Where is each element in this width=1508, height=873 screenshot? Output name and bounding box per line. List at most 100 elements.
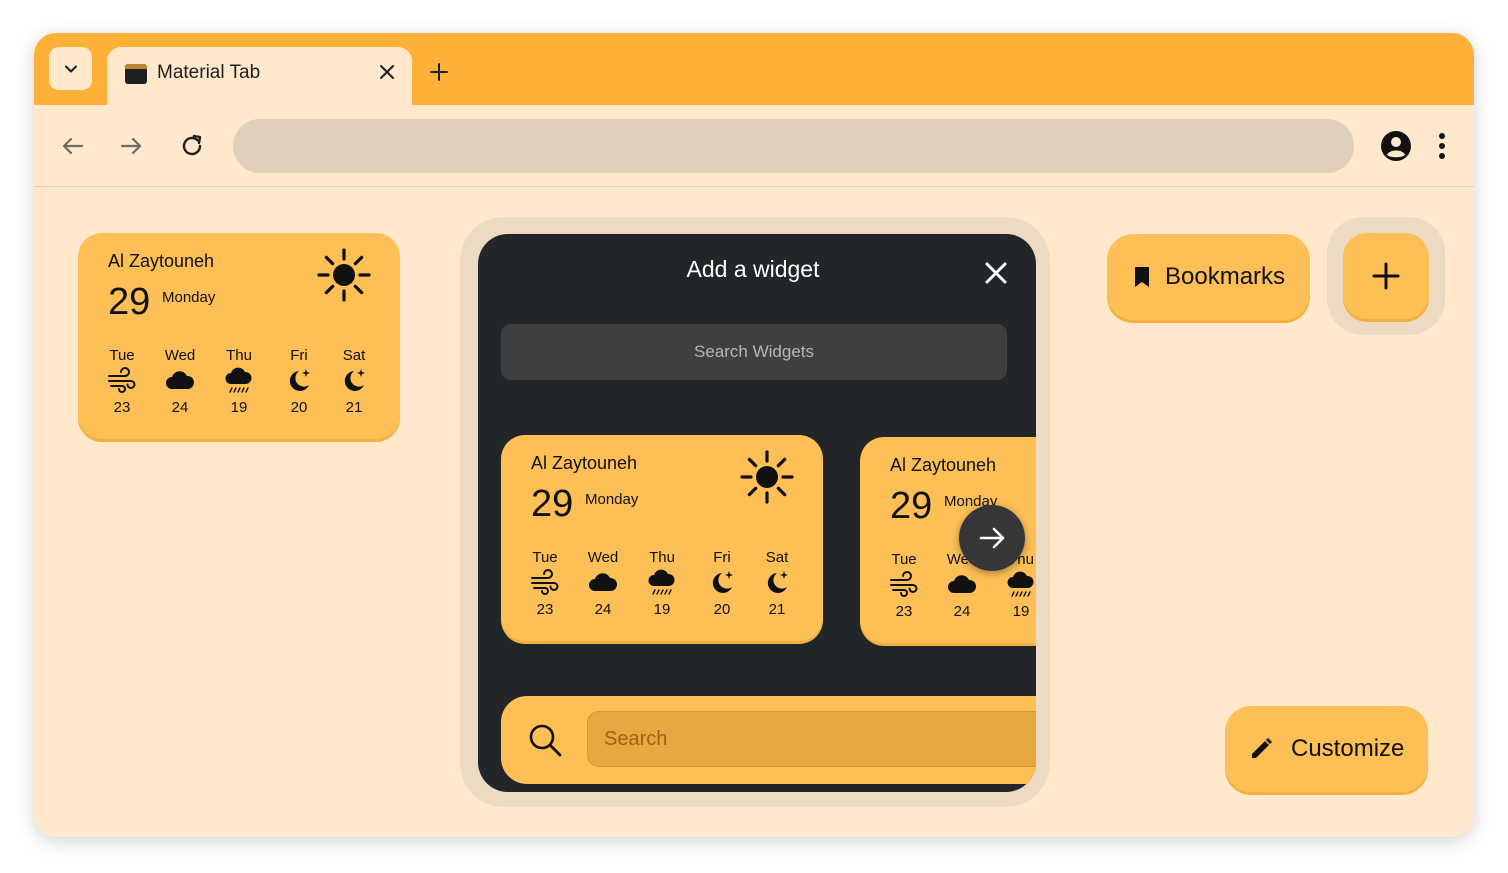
- sun-icon: [316, 247, 372, 303]
- forecast-day-label: Tue: [109, 347, 135, 364]
- forecast-temp: 21: [345, 399, 363, 416]
- forecast-day: Sat 21: [757, 549, 797, 618]
- search-field[interactable]: Search: [587, 711, 1036, 767]
- tab-favicon-icon: [125, 64, 147, 84]
- moon-stars-icon: [339, 367, 369, 395]
- weather-location: Al Zaytouneh: [890, 455, 997, 475]
- forecast-day: Sat 21: [334, 347, 374, 416]
- arrow-left-icon: [62, 137, 84, 155]
- moon-stars-icon: [284, 367, 314, 395]
- widget-preview-weather[interactable]: Al Zaytouneh 29 Monday Tue 23 Wed 24 Thu 19 Fri 20…: [501, 435, 823, 641]
- wind-icon: [530, 569, 560, 597]
- forecast-day: Wed 24: [160, 347, 200, 416]
- rain-icon: [1006, 571, 1036, 599]
- pencil-icon: [1252, 738, 1272, 758]
- tab-close-button[interactable]: [375, 60, 399, 84]
- forecast-temp: 24: [953, 603, 971, 620]
- tab-strip: Material Tab: [34, 33, 1474, 107]
- reload-icon: [182, 134, 202, 156]
- widget-preview-search[interactable]: Search: [501, 696, 1036, 784]
- weather-weekday: Monday: [585, 491, 639, 508]
- forecast-temp: 19: [653, 601, 671, 618]
- forecast-temp: 23: [895, 603, 913, 620]
- forecast-temp: 20: [290, 399, 308, 416]
- forecast-temp: 24: [171, 399, 189, 416]
- wind-icon: [889, 571, 919, 599]
- forecast-day: Thu 19: [642, 549, 682, 618]
- sun-icon: [739, 449, 795, 505]
- forecast-day: Tue 23: [102, 347, 142, 416]
- cloud-icon: [947, 571, 977, 599]
- wind-icon: [107, 367, 137, 395]
- tab-material-tab[interactable]: Material Tab: [107, 47, 412, 107]
- forecast-day: Thu 19: [219, 347, 259, 416]
- forecast-temp: 19: [230, 399, 248, 416]
- forecast-day: Wed 24: [583, 549, 623, 618]
- forecast-temp: 19: [1012, 603, 1030, 620]
- weather-date-number: 29: [890, 485, 933, 527]
- customize-button[interactable]: Customize: [1225, 706, 1428, 792]
- reload-button[interactable]: [172, 126, 212, 166]
- address-bar[interactable]: [233, 119, 1354, 173]
- close-icon: [985, 262, 1007, 284]
- weather-date-number: 29: [108, 281, 151, 323]
- bookmark-icon: [1135, 267, 1149, 287]
- forward-button[interactable]: [111, 126, 151, 166]
- cloud-icon: [165, 367, 195, 395]
- forecast-day: Fri 20: [279, 347, 319, 416]
- close-icon: [380, 65, 394, 79]
- forecast-day-label: Tue: [891, 551, 917, 568]
- forecast-temp: 20: [713, 601, 731, 618]
- weather-location: Al Zaytouneh: [108, 251, 215, 271]
- weather-date-number: 29: [531, 483, 574, 525]
- forecast-day-label: Tue: [532, 549, 558, 566]
- forecast-day: Tue 23: [525, 549, 565, 618]
- arrow-right-icon: [979, 527, 1005, 549]
- widget-search-input[interactable]: Search Widgets: [501, 324, 1007, 380]
- forecast-temp: 23: [113, 399, 131, 416]
- rain-icon: [224, 367, 254, 395]
- forecast-temp: 23: [536, 601, 554, 618]
- chevron-down-icon: [64, 65, 77, 72]
- bookmarks-button[interactable]: Bookmarks: [1107, 234, 1310, 320]
- forecast-day-label: Sat: [765, 549, 789, 566]
- more-vertical-icon: [1439, 133, 1445, 159]
- tab-list-button[interactable]: [49, 47, 92, 90]
- toolbar: [34, 105, 1474, 187]
- forecast-day: Tue 23: [884, 551, 924, 620]
- forecast-day-label: Thu: [226, 347, 252, 364]
- menu-button[interactable]: [1422, 126, 1462, 166]
- bookmarks-label: Bookmarks: [1165, 263, 1286, 290]
- weather-widget[interactable]: Al Zaytouneh 29 Monday Tue 23 Wed 24 Thu 19 Fri 20…: [78, 233, 400, 439]
- forecast-day: Fri 20: [702, 549, 742, 618]
- rain-icon: [647, 569, 677, 597]
- carousel-next-button[interactable]: [959, 505, 1025, 571]
- forecast-day-label: Wed: [587, 549, 619, 566]
- add-widget-button[interactable]: [1343, 233, 1429, 319]
- add-widget-dialog: Add a widget Search Widgets Al Zaytouneh…: [478, 234, 1036, 792]
- dialog-close-button[interactable]: [982, 259, 1010, 287]
- weather-location: Al Zaytouneh: [531, 453, 638, 473]
- profile-button[interactable]: [1376, 126, 1416, 166]
- forecast-day-label: Sat: [342, 347, 366, 364]
- forecast-day-label: Fri: [713, 549, 731, 566]
- arrow-right-icon: [120, 137, 142, 155]
- moon-stars-icon: [707, 569, 737, 597]
- tab-title: Material Tab: [157, 62, 261, 83]
- cloud-icon: [588, 569, 618, 597]
- weather-weekday: Monday: [162, 289, 216, 306]
- moon-stars-icon: [762, 569, 792, 597]
- forecast-day-label: Thu: [649, 549, 675, 566]
- browser-window: Material Tab Al Zaytouneh 29 Monday Tue 23 We…: [34, 33, 1474, 837]
- forecast-temp: 21: [768, 601, 786, 618]
- back-button[interactable]: [53, 126, 93, 166]
- search-icon: [529, 724, 562, 757]
- plus-icon: [1372, 262, 1400, 290]
- forecast-temp: 24: [594, 601, 612, 618]
- new-tab-button[interactable]: [424, 57, 454, 87]
- forecast-day-label: Wed: [164, 347, 196, 364]
- plus-icon: [430, 63, 448, 81]
- account-circle-icon: [1381, 131, 1411, 161]
- forecast-day-label: Fri: [290, 347, 308, 364]
- dialog-title: Add a widget: [686, 256, 820, 282]
